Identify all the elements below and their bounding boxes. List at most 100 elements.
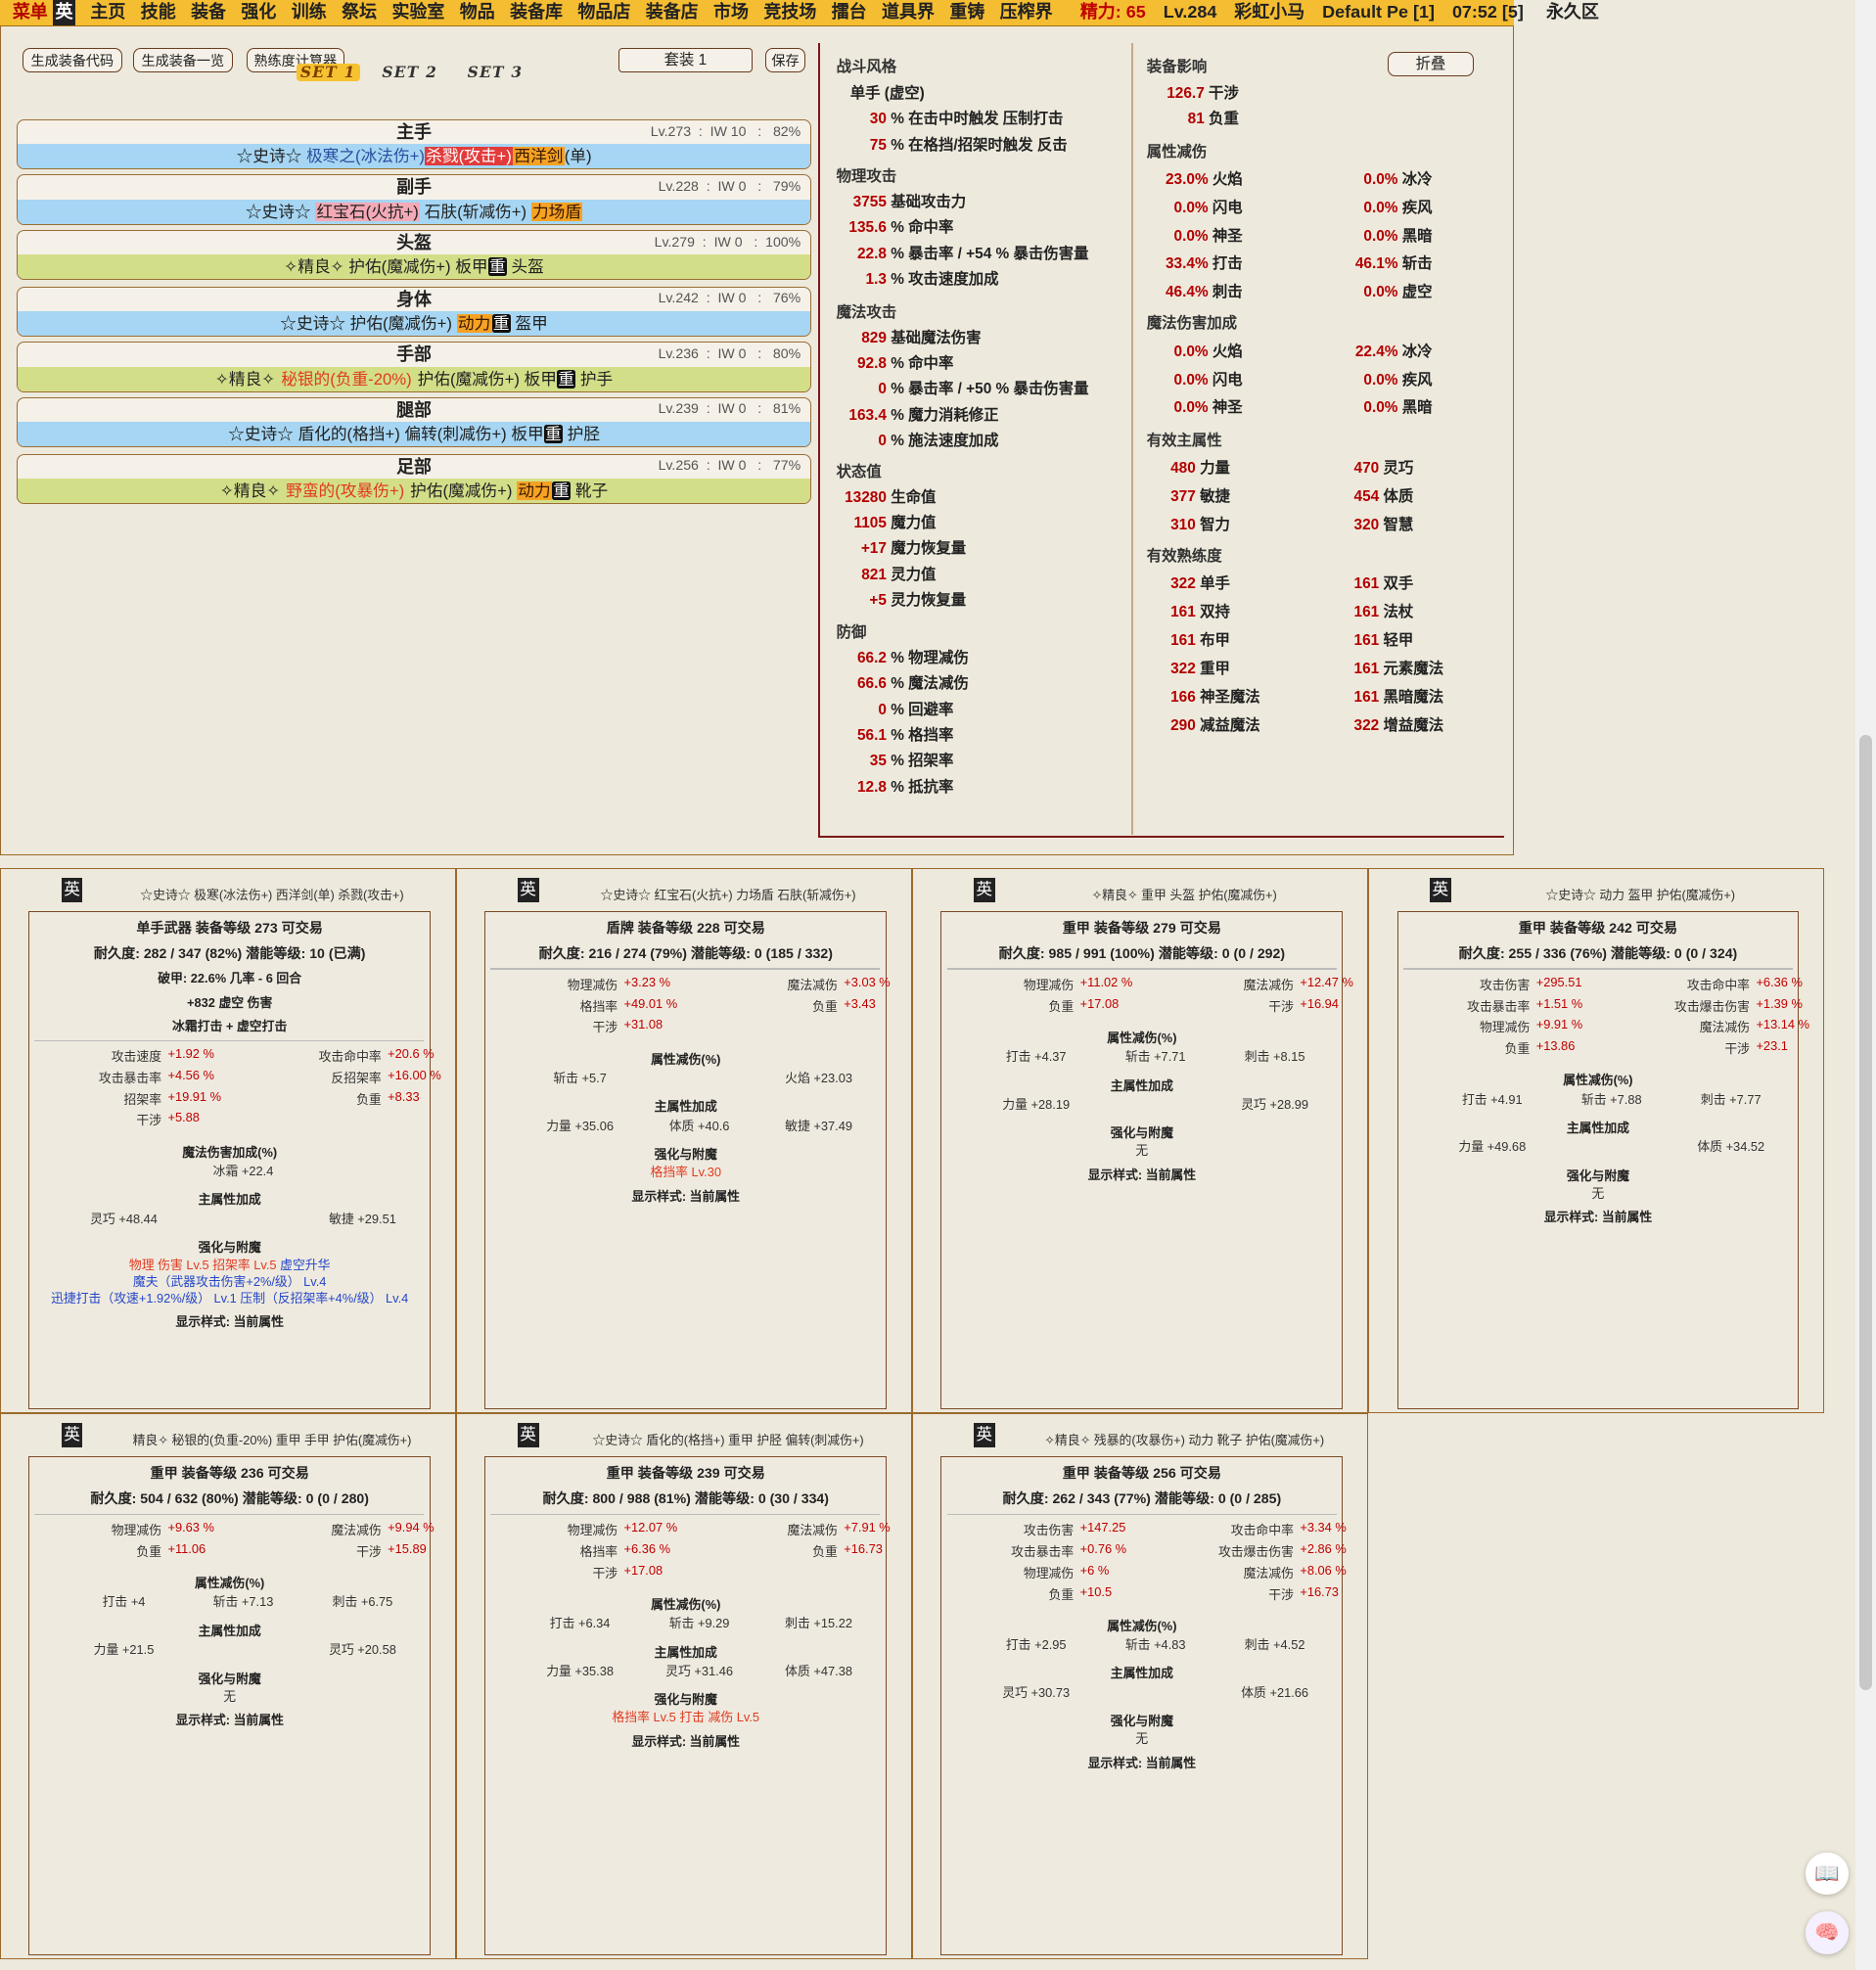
slot-feet[interactable]: 足部 Lv.256 : IW 0 : 77% ✧精良✧ 野蛮的(攻暴伤+) 护佑… <box>16 453 812 504</box>
language-icon[interactable]: 英 <box>517 878 539 902</box>
stat-label: 增益魔法 <box>1383 716 1444 734</box>
nav-link[interactable]: 市场 <box>713 0 749 25</box>
attribute-bonus: 斩击 +9.29 <box>643 1613 756 1631</box>
brain-icon[interactable]: 🧠 <box>1806 1910 1849 1954</box>
stat-value: 0.0% <box>1363 199 1398 216</box>
slot-item-name[interactable]: ☆史诗☆ 红宝石(火抗+) 石肤(斩减伤+) 力场盾 <box>17 199 811 224</box>
stat-label: 灵巧 <box>1383 460 1414 478</box>
stat-value: 161 <box>1353 688 1380 706</box>
nav-link[interactable]: 道具界 <box>882 0 935 25</box>
fold-button[interactable]: 折叠 <box>1388 51 1474 77</box>
generate-list-button[interactable]: 生成装备一览 <box>133 47 233 73</box>
nav-link[interactable]: 竞技场 <box>763 0 816 25</box>
display-style-line[interactable]: 显示样式: 当前属性 <box>1398 1207 1799 1225</box>
slot-item-name[interactable]: ✧精良✧ 秘银的(负重-20%) 护佑(魔减伤+) 板甲重 护手 <box>17 366 811 391</box>
display-style-line[interactable]: 显示样式: 当前属性 <box>941 1165 1342 1183</box>
tab-set-1[interactable]: SET 1 <box>297 64 360 82</box>
section-heading: 属性减伤(%) <box>1107 1618 1177 1633</box>
slot-off-hand[interactable]: 副手 Lv.228 : IW 0 : 79% ☆史诗☆ 红宝石(火抗+) 石肤(… <box>16 174 812 225</box>
stat-label: 神圣 <box>1212 399 1243 417</box>
item-type-label: 靴子 <box>571 481 609 500</box>
display-style-line[interactable]: 显示样式: 当前属性 <box>29 1311 430 1330</box>
slot-item-name[interactable]: ☆史诗☆ 护佑(魔减伤+) 动力重 盔甲 <box>17 311 811 337</box>
nav-link[interactable]: 擂台 <box>832 0 867 25</box>
attribute-value: +23.03 <box>813 1070 852 1085</box>
attribute-value: +28.19 <box>1030 1096 1071 1112</box>
slot-helmet[interactable]: 头盔 Lv.279 : IW 0 : 100% ✧精良✧ 护佑(魔减伤+) 板甲… <box>16 229 812 281</box>
stat-row: 470 灵巧 <box>1331 456 1414 478</box>
language-icon[interactable]: 英 <box>61 878 83 902</box>
language-icon[interactable]: 英 <box>973 1423 995 1447</box>
display-style-line[interactable]: 显示样式: 当前属性 <box>485 1186 886 1205</box>
attribute-bonus: 刺击 +8.15 <box>1218 1046 1332 1065</box>
nav-link[interactable]: 装备 <box>191 0 226 25</box>
display-style-line[interactable]: 显示样式: 当前属性 <box>485 1731 886 1750</box>
stat-label: 魔法减伤 <box>331 1523 382 1538</box>
stat-label: 法杖 <box>1383 604 1414 621</box>
nav-link[interactable]: 物品 <box>460 0 495 25</box>
attribute-name: 打击 <box>102 1594 128 1610</box>
slot-legs[interactable]: 腿部 Lv.239 : IW 0 : 81% ☆史诗☆ 盾化的(格挡+) 偏转(… <box>16 396 812 448</box>
slot-item-name[interactable]: ✧精良✧ 野蛮的(攻暴伤+) 护佑(魔减伤+) 动力重 靴子 <box>17 478 811 503</box>
tab-set-3[interactable]: SET 3 <box>468 64 524 81</box>
language-icon[interactable]: 英 <box>517 1423 539 1447</box>
stat-value: 310 <box>1170 516 1196 533</box>
nav-link[interactable]: 物品店 <box>577 0 630 25</box>
nav-link[interactable]: 重铸 <box>949 0 984 25</box>
nav-link[interactable]: 技能 <box>141 0 176 25</box>
stat-label: 干涉 <box>136 1113 162 1128</box>
nav-link[interactable]: 压榨界 <box>1000 0 1053 25</box>
set-select-dropdown[interactable]: 套装 1 <box>618 47 754 73</box>
page-scrollbar[interactable] <box>1855 0 1876 1970</box>
nav-link[interactable]: 主页 <box>90 0 125 25</box>
slot-item-name[interactable]: ☆史诗☆ 极寒之(冰法伤+)杀戮(攻击+) 西洋剑(单) <box>17 144 811 169</box>
stat-label: 物理减伤 <box>1479 1020 1531 1035</box>
language-icon[interactable]: 英 <box>52 0 75 25</box>
player-name: 彩虹小马 <box>1234 2 1305 22</box>
nav-link[interactable]: 装备店 <box>646 0 699 25</box>
zone-label[interactable]: 永久区 <box>1546 0 1599 25</box>
attribute-value: +40.6 <box>697 1118 730 1133</box>
stat-label: 神圣魔法 <box>1200 688 1260 706</box>
slot-item-name[interactable]: ✧精良✧ 护佑(魔减伤+) 板甲重 头盔 <box>17 254 811 280</box>
language-icon[interactable]: 英 <box>1429 878 1451 902</box>
attribute-name: 斩击 <box>1580 1091 1607 1107</box>
menu-button[interactable]: 菜单 <box>13 0 48 25</box>
stat-value: +11.02 % <box>1079 974 1133 989</box>
save-button[interactable]: 保存 <box>764 47 806 73</box>
stat-row: 0.0% 虚空 <box>1331 280 1432 301</box>
stat-label: 攻击爆击伤害 <box>1217 1543 1294 1559</box>
generate-code-button[interactable]: 生成装备代码 <box>23 47 122 73</box>
stat-label: 神圣 <box>1212 227 1243 245</box>
scrollbar-thumb[interactable] <box>1859 735 1873 1690</box>
nav-link[interactable]: 装备库 <box>510 0 563 25</box>
card-header: 英 ☆史诗☆ 动力 盔甲 护佑(魔减伤+) <box>1369 878 1823 905</box>
nav-link[interactable]: 实验室 <box>391 0 444 25</box>
nav-link[interactable]: 祭坛 <box>342 0 377 25</box>
stat-value: +16.94 <box>1300 995 1339 1011</box>
book-icon[interactable]: 📖 <box>1806 1852 1849 1896</box>
stat-label: 元素魔法 <box>1383 660 1444 677</box>
attribute-bonus: 斩击 +4.83 <box>1099 1634 1213 1653</box>
stat-label: % 抵抗率 <box>891 778 954 796</box>
nav-link[interactable]: 强化 <box>241 0 276 25</box>
stat-value: 75 <box>869 137 887 155</box>
item-type-label: 护胫 <box>563 425 601 444</box>
attribute-bonus: 斩击 +7.13 <box>187 1591 300 1610</box>
slot-body[interactable]: 身体 Lv.242 : IW 0 : 76% ☆史诗☆ 护佑(魔减伤+) 动力重… <box>16 286 812 338</box>
stat-value: 161 <box>1353 660 1380 677</box>
stat-label: 干涉 <box>1268 1586 1294 1602</box>
attribute-value: +22.4 <box>241 1163 274 1178</box>
stat-row: 3755 基础攻击力 <box>820 190 967 211</box>
slot-hands[interactable]: 手部 Lv.236 : IW 0 : 80% ✧精良✧ 秘银的(负重-20%) … <box>16 342 812 392</box>
stat-value: 126.7 <box>1167 85 1205 103</box>
language-icon[interactable]: 英 <box>973 878 995 902</box>
slot-main-hand[interactable]: 主手 Lv.273 : IW 10 : 82% ☆史诗☆ 极寒之(冰法伤+)杀戮… <box>16 118 812 170</box>
display-style-line[interactable]: 显示样式: 当前属性 <box>29 1710 430 1728</box>
language-icon[interactable]: 英 <box>61 1423 83 1447</box>
slot-item-name[interactable]: ☆史诗☆ 盾化的(格挡+) 偏转(刺减伤+) 板甲重 护胫 <box>17 422 811 447</box>
stat-row: 0 % 施法速度加成 <box>820 429 998 450</box>
display-style-line[interactable]: 显示样式: 当前属性 <box>941 1753 1342 1771</box>
tab-set-2[interactable]: SET 2 <box>382 64 437 81</box>
nav-link[interactable]: 训练 <box>292 0 327 25</box>
